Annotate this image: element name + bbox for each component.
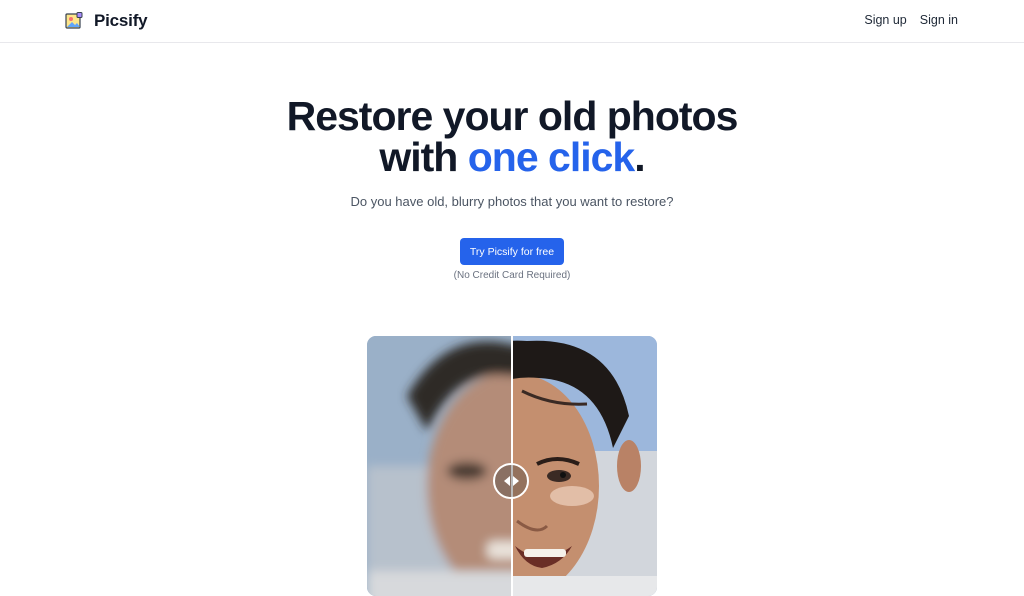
photo-frame-icon [65,12,83,29]
hero-subtitle: Do you have old, blurry photos that you … [350,194,674,209]
try-free-button[interactable]: Try Picsify for free [460,238,564,265]
hero-title-line1: Restore your old photos [286,93,739,139]
hero-title-accent: one click [467,134,635,180]
comparison-slider-handle[interactable] [493,463,529,499]
nav-links: Sign up Sign in [864,13,958,27]
no-credit-card-note: (No Credit Card Required) [453,270,571,281]
before-after-comparison[interactable] [367,336,657,596]
hero-title: Restore your old photos with one click. [0,96,1024,178]
chevron-left-icon [503,476,510,486]
chevron-right-icon [512,476,519,486]
hero-title-line2-prefix: with [379,134,468,180]
brand-name: Picsify [94,11,148,30]
navbar: Picsify Sign up Sign in [0,0,1024,43]
hero-title-line2-suffix: . [634,134,645,180]
sign-in-link[interactable]: Sign in [920,13,958,27]
brand-link[interactable]: Picsify [64,10,148,32]
sign-up-link[interactable]: Sign up [864,13,906,27]
